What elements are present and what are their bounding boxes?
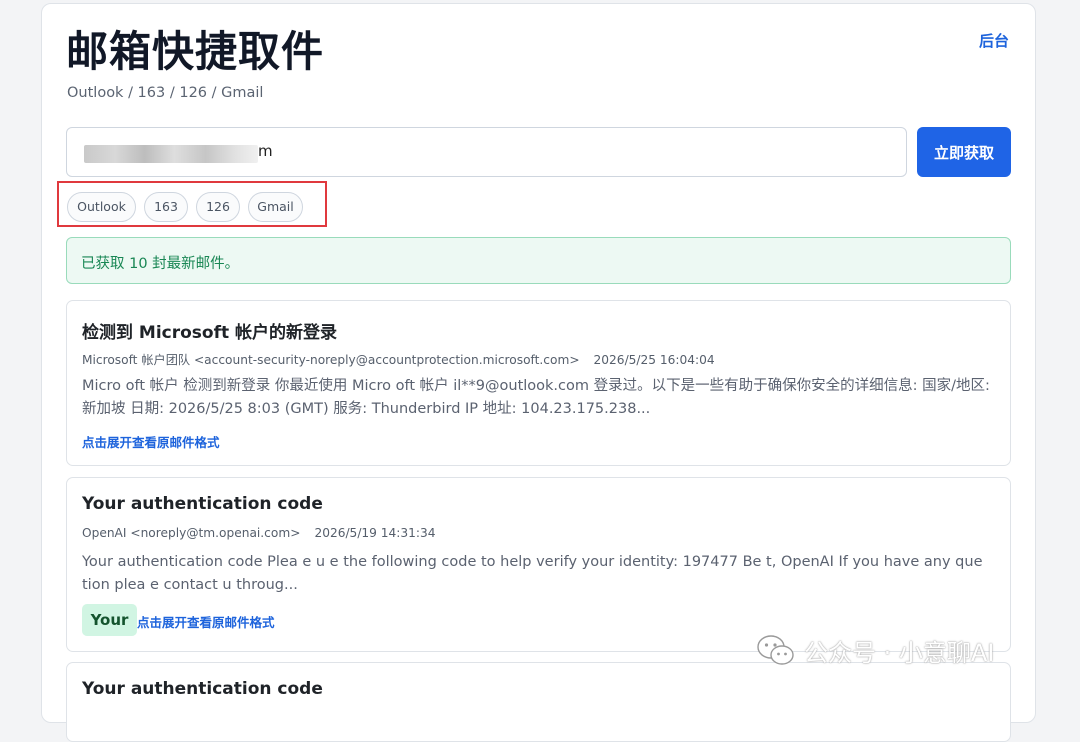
watermark: 公众号 · 小意聊AI xyxy=(756,633,994,668)
email-sender: Microsoft 帐户团队 <account-security-noreply… xyxy=(82,353,580,367)
email-blurred-part xyxy=(84,145,258,163)
email-subject: Your authentication code xyxy=(82,494,323,514)
status-alert: 已获取 10 封最新邮件。 xyxy=(66,237,1011,284)
verification-code-badge: Your xyxy=(82,604,137,636)
email-input[interactable]: m xyxy=(66,127,907,177)
status-message: 已获取 10 封最新邮件。 xyxy=(81,256,240,272)
email-meta: OpenAI <noreply@tm.openai.com> 2026/5/19 … xyxy=(82,526,436,540)
email-subject: 检测到 Microsoft 帐户的新登录 xyxy=(82,323,338,343)
email-input-visible-text: m xyxy=(258,142,273,160)
email-preview: Your authentication code Plea e u e the … xyxy=(82,554,983,593)
provider-chip-gmail[interactable]: Gmail xyxy=(248,192,303,222)
admin-link[interactable]: 后台 xyxy=(979,30,1009,51)
watermark-text: 公众号 · 小意聊AI xyxy=(804,639,995,667)
page-title: 邮箱快捷取件 xyxy=(66,27,325,76)
email-sender: OpenAI <noreply@tm.openai.com> xyxy=(82,526,301,540)
email-subject: Your authentication code xyxy=(82,679,323,699)
email-expand-link[interactable]: 点击展开查看原邮件格式 xyxy=(137,612,275,631)
email-meta: Microsoft 帐户团队 <account-security-noreply… xyxy=(82,350,715,368)
email-preview: Micro oft 帐户 检测到新登录 你最近使用 Micro oft 帐户 i… xyxy=(82,378,990,417)
email-expand-link[interactable]: 点击展开查看原邮件格式 xyxy=(82,432,220,451)
email-card[interactable]: Your authentication code xyxy=(66,662,1011,742)
page-subtitle: Outlook / 163 / 126 / Gmail xyxy=(67,85,264,101)
provider-chip-outlook[interactable]: Outlook xyxy=(67,192,136,222)
email-date: 2026/5/25 16:04:04 xyxy=(593,353,715,367)
fetch-button[interactable]: 立即获取 xyxy=(917,127,1011,177)
provider-chip-163[interactable]: 163 xyxy=(144,192,188,222)
provider-chip-126[interactable]: 126 xyxy=(196,192,240,222)
email-card[interactable]: 检测到 Microsoft 帐户的新登录 Microsoft 帐户团队 <acc… xyxy=(66,300,1011,466)
email-card[interactable]: Your authentication code OpenAI <noreply… xyxy=(66,477,1011,652)
wechat-icon xyxy=(756,634,796,668)
email-date: 2026/5/19 14:31:34 xyxy=(314,526,436,540)
